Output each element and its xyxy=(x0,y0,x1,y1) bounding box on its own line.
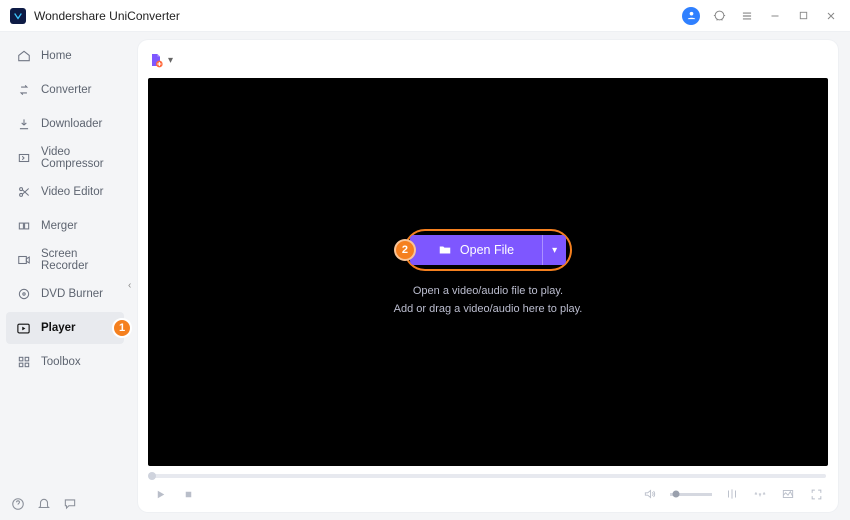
sidebar-item-label: Converter xyxy=(41,84,92,96)
stop-button[interactable] xyxy=(180,486,196,502)
open-file-label: Open File xyxy=(460,243,514,257)
menu-icon[interactable] xyxy=(738,7,756,25)
sidebar-item-video-editor[interactable]: Video Editor xyxy=(6,176,124,208)
fullscreen-icon[interactable] xyxy=(808,486,824,502)
play-button[interactable] xyxy=(152,486,168,502)
sidebar-item-label: Screen Recorder xyxy=(41,248,114,272)
close-button[interactable] xyxy=(822,7,840,25)
sidebar-item-label: Merger xyxy=(41,220,77,232)
sidebar-item-toolbox[interactable]: Toolbox xyxy=(6,346,124,378)
sidebar-item-video-compressor[interactable]: Video Compressor xyxy=(6,142,124,174)
sidebar-item-merger[interactable]: Merger xyxy=(6,210,124,242)
player-hint-2: Add or drag a video/audio here to play. xyxy=(394,303,583,315)
seek-knob[interactable] xyxy=(148,472,156,480)
maximize-button[interactable] xyxy=(794,7,812,25)
add-file-icon[interactable] xyxy=(148,52,164,68)
volume-slider[interactable] xyxy=(670,493,712,496)
subtitle-icon[interactable] xyxy=(724,486,740,502)
notification-icon[interactable] xyxy=(36,496,52,512)
scissors-icon xyxy=(16,185,31,200)
sidebar-item-label: Toolbox xyxy=(41,356,81,368)
convert-icon xyxy=(16,83,31,98)
sidebar-footer xyxy=(10,496,78,512)
app-title: Wondershare UniConverter xyxy=(34,9,180,23)
sidebar-item-label: DVD Burner xyxy=(41,288,103,300)
sidebar-item-downloader[interactable]: Downloader xyxy=(6,108,124,140)
sidebar-item-player[interactable]: Player 1 xyxy=(6,312,124,344)
volume-knob[interactable] xyxy=(673,491,680,498)
help-icon[interactable] xyxy=(10,496,26,512)
sidebar-item-label: Player xyxy=(41,322,76,334)
record-icon xyxy=(16,253,31,268)
open-file-group: 2 Open File ▾ xyxy=(404,229,572,271)
sidebar-item-home[interactable]: Home xyxy=(6,40,124,72)
merge-icon xyxy=(16,219,31,234)
player-canvas[interactable]: 2 Open File ▾ Open a video/audio file to… xyxy=(148,78,828,466)
player-hint-1: Open a video/audio file to play. xyxy=(413,285,563,297)
open-file-dropdown[interactable]: ▾ xyxy=(542,235,566,265)
sidebar-item-label: Home xyxy=(41,50,72,62)
player-controls xyxy=(148,484,828,504)
sidebar-item-screen-recorder[interactable]: Screen Recorder xyxy=(6,244,124,276)
support-icon[interactable] xyxy=(710,7,728,25)
feedback-icon[interactable] xyxy=(62,496,78,512)
download-icon xyxy=(16,117,31,132)
sidebar: Home Converter Downloader Video Compress… xyxy=(0,32,130,520)
home-icon xyxy=(16,49,31,64)
sidebar-item-label: Downloader xyxy=(41,118,102,130)
open-file-button[interactable]: Open File xyxy=(410,235,542,265)
seek-bar[interactable] xyxy=(150,474,826,478)
player-card: ▾ 2 Open File ▾ Open a video/audio file … xyxy=(138,40,838,512)
volume-icon[interactable] xyxy=(642,486,658,502)
app-logo xyxy=(10,8,26,24)
play-icon xyxy=(16,321,31,336)
disc-icon xyxy=(16,287,31,302)
player-toolbar: ▾ xyxy=(148,48,828,72)
sidebar-item-converter[interactable]: Converter xyxy=(6,74,124,106)
sidebar-item-label: Video Compressor xyxy=(41,146,114,170)
snapshot-icon[interactable] xyxy=(780,486,796,502)
account-icon[interactable] xyxy=(682,7,700,25)
grid-icon xyxy=(16,355,31,370)
folder-icon xyxy=(438,243,452,257)
sidebar-item-label: Video Editor xyxy=(41,186,103,198)
sidebar-item-dvd-burner[interactable]: DVD Burner xyxy=(6,278,124,310)
add-file-chevron-icon[interactable]: ▾ xyxy=(168,55,173,66)
settings-icon[interactable] xyxy=(752,486,768,502)
title-bar: Wondershare UniConverter xyxy=(0,0,850,32)
main-panel: ▾ 2 Open File ▾ Open a video/audio file … xyxy=(130,32,850,520)
minimize-button[interactable] xyxy=(766,7,784,25)
annotation-step-1: 1 xyxy=(112,318,132,338)
collapse-sidebar-icon[interactable]: ‹ xyxy=(128,280,131,291)
annotation-step-2: 2 xyxy=(394,239,416,261)
compress-icon xyxy=(16,151,31,166)
chevron-down-icon: ▾ xyxy=(552,245,557,256)
